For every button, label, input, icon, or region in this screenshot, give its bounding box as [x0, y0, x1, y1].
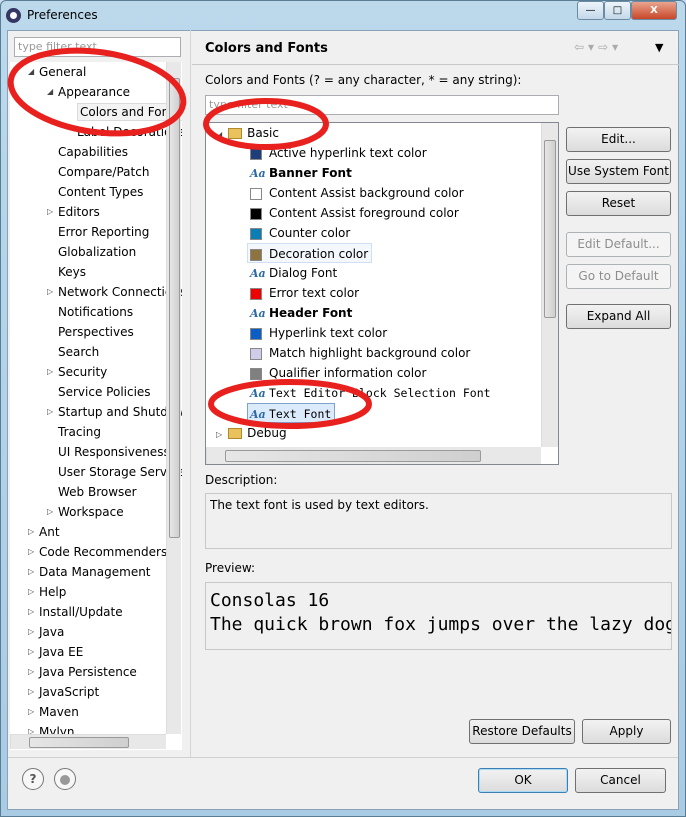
- annotation-overlay: [7, 47, 372, 429]
- annotation-circle-general: [7, 47, 187, 137]
- annotation-circle-text-font: [208, 379, 372, 429]
- annotation-circle-basic: [203, 98, 329, 150]
